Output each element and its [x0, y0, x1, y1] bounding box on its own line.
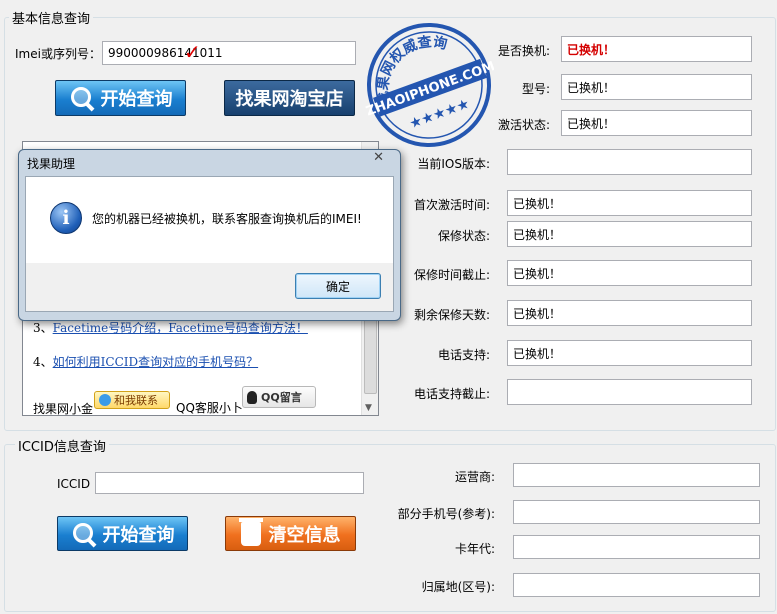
- dialog-content: i 您的机器已经被换机，联系客服查询换机后的IMEI!: [26, 177, 393, 263]
- basic-field-value-0[interactable]: 已换机！: [561, 36, 752, 62]
- dialog-body: i 您的机器已经被换机，联系客服查询换机后的IMEI! 确定: [25, 176, 394, 312]
- news-link-3-text[interactable]: Facetime号码介绍，Facetime号码查询方法！: [53, 321, 308, 335]
- helper-label: 找果网小金: [33, 402, 94, 416]
- assistant-dialog: 找果助理 ✕ i 您的机器已经被换机，联系客服查询换机后的IMEI! 确定: [18, 149, 401, 321]
- basic-field-label-9: 电话支持截止:: [413, 387, 490, 401]
- qq-message-button[interactable]: QQ留言: [242, 386, 316, 408]
- trash-bin-icon: [238, 517, 263, 546]
- basic-field-label-7: 剩余保修天数:: [413, 308, 490, 322]
- basic-field-label-6: 保修时间截止:: [413, 268, 490, 282]
- basic-field-value-3[interactable]: [507, 149, 752, 175]
- scroll-down-icon[interactable]: ▼: [365, 403, 372, 413]
- news-link-3-prefix: 3、: [33, 321, 53, 335]
- iccid-query-button[interactable]: 开始查询: [57, 516, 188, 551]
- basic-field-label-4: 首次激活时间:: [413, 198, 490, 212]
- basic-field-label-2: 激活状态:: [497, 118, 550, 132]
- taobao-store-button[interactable]: 找果网淘宝店: [224, 80, 355, 116]
- basic-field-value-7[interactable]: 已换机！: [507, 300, 752, 326]
- iccid_group-value-2[interactable]: [513, 535, 760, 559]
- qq-penguin-icon: [247, 390, 257, 404]
- clear-info-label: 清空信息: [268, 524, 341, 546]
- basic-field-label-5: 保修状态:: [437, 229, 490, 243]
- ok-button[interactable]: 确定: [295, 273, 381, 299]
- news-link-4[interactable]: 4、如何利用ICCID查询对应的手机号码？: [33, 353, 258, 370]
- info-icon: i: [50, 202, 82, 234]
- iccid_group-value-1[interactable]: [513, 500, 760, 524]
- iccid-query-label: 开始查询: [102, 524, 175, 546]
- imei-query-button[interactable]: 开始查询: [55, 80, 186, 116]
- qq-service-label: QQ客服小卜: [176, 401, 243, 415]
- basic-info-title: 基本信息查询: [9, 8, 94, 27]
- basic-field-label-8: 电话支持:: [437, 348, 490, 362]
- clear-info-button[interactable]: 清空信息: [225, 516, 356, 551]
- imei-query-label: 开始查询: [100, 89, 173, 110]
- zhaoiphone-stamp-logo: 找果网权威查询 ZHAOIPHONE.COM ★★★★★: [364, 23, 494, 147]
- iccid_group-label-1: 部分手机号(参考):: [397, 507, 495, 521]
- dialog-message: 您的机器已经被换机，联系客服查询换机后的IMEI!: [92, 212, 362, 226]
- iccid_group-label-3: 归属地(区号):: [421, 580, 495, 594]
- basic-field-value-6[interactable]: 已换机！: [507, 260, 752, 286]
- magnifier-icon-2: [71, 521, 97, 547]
- news-link-3[interactable]: 3、Facetime号码介绍，Facetime号码查询方法！: [33, 319, 308, 336]
- qq-message-label: QQ留言: [261, 391, 302, 404]
- basic-field-label-3: 当前IOS版本:: [417, 157, 490, 171]
- iccid-group-title: ICCID信息查询: [15, 436, 109, 455]
- basic-field-value-2[interactable]: 已换机！: [561, 110, 752, 136]
- scroll-thumb[interactable]: [364, 312, 377, 394]
- basic-field-value-1[interactable]: 已换机！: [561, 74, 752, 100]
- iccid_group-label-2: 卡年代:: [454, 542, 495, 556]
- news-link-4-text[interactable]: 如何利用ICCID查询对应的手机号码？: [53, 355, 258, 369]
- basic-field-value-5[interactable]: 已换机！: [507, 221, 752, 247]
- imei-input[interactable]: 990000986141011: [102, 41, 356, 65]
- basic-field-label-0: 是否换机:: [497, 44, 550, 58]
- iccid_group-label-0: 运营商:: [454, 470, 495, 484]
- basic-field-label-1: 型号:: [521, 82, 550, 96]
- dialog-title: 找果助理: [27, 157, 76, 171]
- basic-field-value-4[interactable]: 已换机！: [507, 190, 752, 216]
- chat-icon: [99, 394, 111, 406]
- magnifier-icon: [69, 85, 95, 112]
- red-cursor-mark: ✓: [184, 40, 201, 64]
- news-link-4-prefix: 4、: [33, 355, 53, 369]
- basic-field-value-9[interactable]: [507, 379, 752, 405]
- close-icon[interactable]: ✕: [373, 150, 384, 165]
- taobao-store-label: 找果网淘宝店: [235, 89, 344, 110]
- basic-field-value-8[interactable]: 已换机！: [507, 340, 752, 366]
- iccid_group-value-3[interactable]: [513, 573, 760, 597]
- iccid-label: ICCID: [57, 477, 91, 491]
- contact-me-button[interactable]: 和我联系: [94, 391, 170, 409]
- imei-label: Imei或序列号：: [15, 47, 101, 61]
- iccid-input[interactable]: [95, 472, 364, 494]
- contact-me-label: 和我联系: [114, 394, 158, 407]
- iccid_group-value-0[interactable]: [513, 463, 760, 487]
